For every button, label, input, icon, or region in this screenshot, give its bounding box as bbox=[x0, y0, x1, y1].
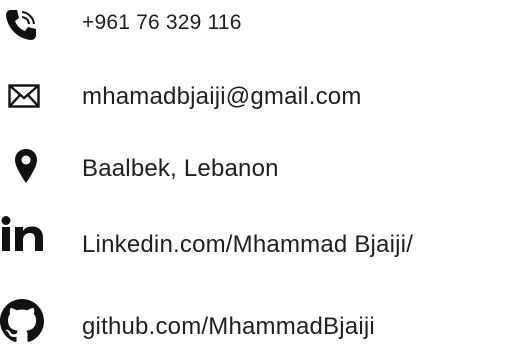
location-row: Baalbek, Lebanon bbox=[0, 142, 513, 202]
github-url-text[interactable]: github.com/MhammadBjaiji bbox=[82, 312, 375, 342]
email-row: mhamadbjaiji@gmail.com bbox=[0, 72, 513, 132]
phone-icon bbox=[4, 8, 38, 42]
github-icon bbox=[0, 299, 44, 343]
envelope-icon bbox=[8, 84, 40, 108]
location-text: Baalbek, Lebanon bbox=[82, 155, 279, 182]
map-pin-icon bbox=[14, 148, 38, 184]
github-row: github.com/MhammadBjaiji bbox=[0, 296, 513, 356]
linkedin-row: Linkedin.com/Mhammad Bjaiji/ bbox=[0, 212, 513, 272]
linkedin-icon bbox=[0, 216, 46, 252]
phone-number-text[interactable]: +961 76 329 116 bbox=[82, 8, 242, 38]
linkedin-url-text[interactable]: Linkedin.com/Mhammad Bjaiji/ bbox=[82, 230, 413, 260]
email-address-text[interactable]: mhamadbjaiji@gmail.com bbox=[82, 82, 362, 112]
phone-row: +961 76 329 116 bbox=[0, 0, 513, 60]
